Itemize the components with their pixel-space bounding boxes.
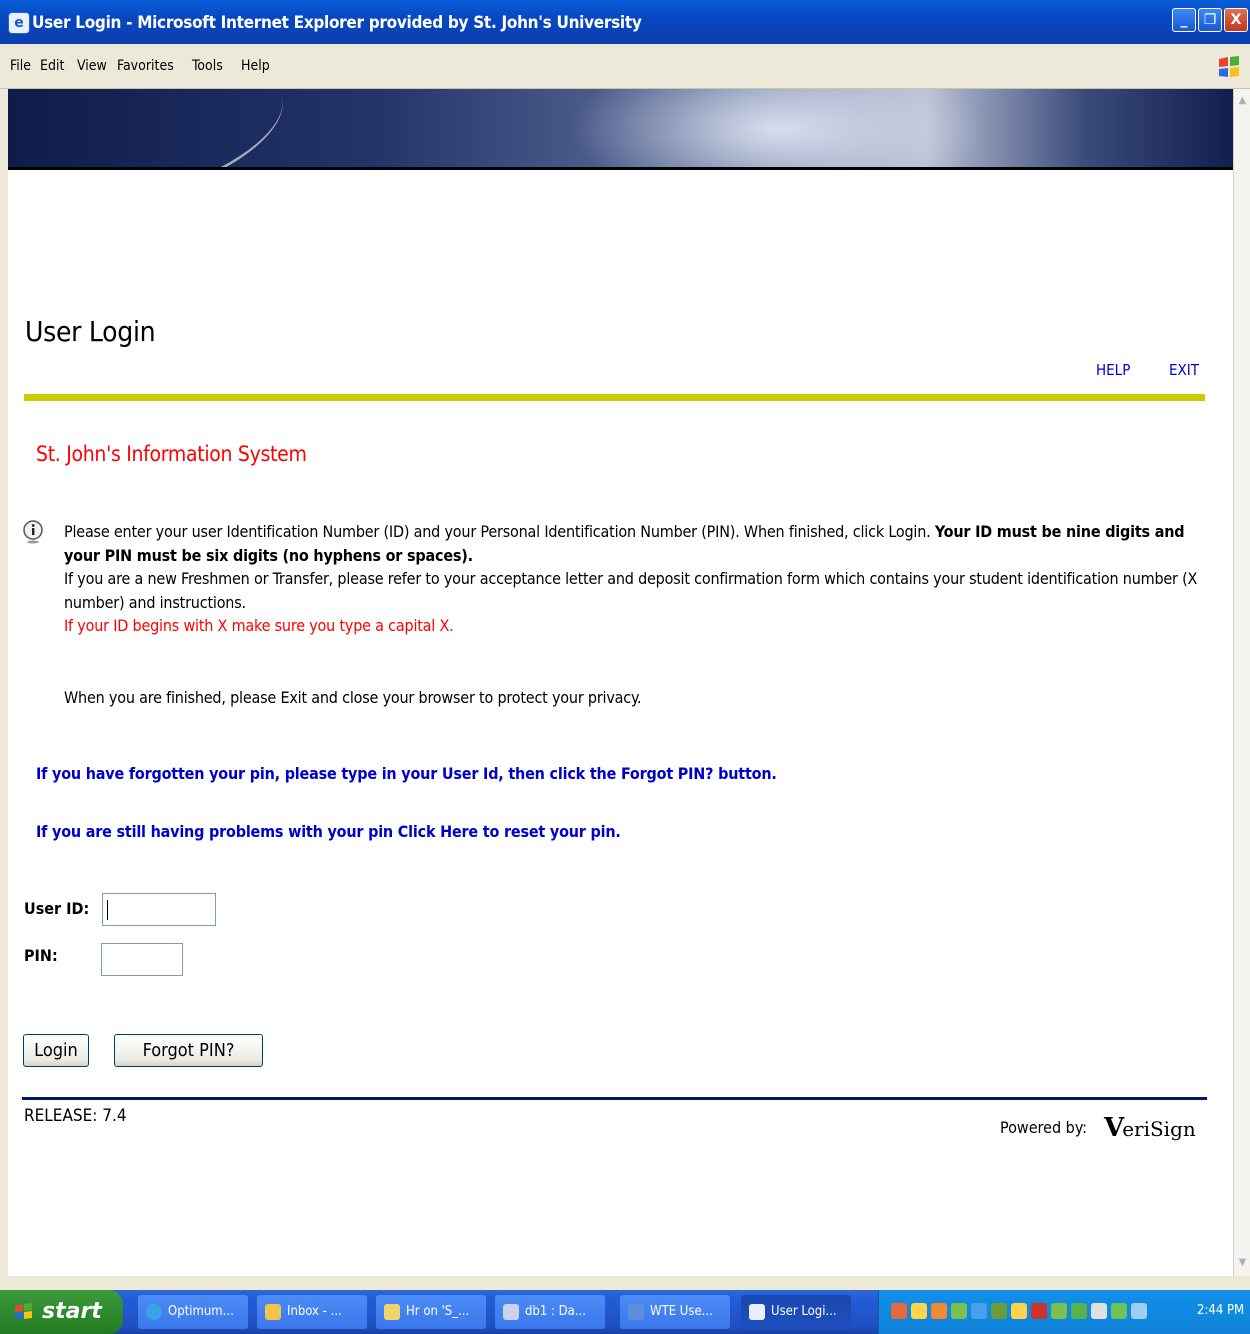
menu-favorites[interactable]: Favorites <box>117 58 174 74</box>
banner-divider <box>8 167 1233 170</box>
menu-bar: File Edit View Favorites Tools Help <box>0 44 1250 89</box>
info-capital-x-warning: If your ID begins with X make sure you t… <box>64 616 454 635</box>
help-link[interactable]: HELP <box>1096 361 1130 379</box>
reset-pin-link[interactable]: If you are still having problems with yo… <box>36 822 621 841</box>
windows-flag-icon <box>1219 56 1239 77</box>
minimize-button[interactable]: _ <box>1172 8 1196 32</box>
taskbar-item-folder[interactable]: Hr on 'S_... <box>376 1295 486 1329</box>
info-text-1: Please enter your user Identification Nu… <box>64 522 931 541</box>
menu-edit[interactable]: Edit <box>40 58 64 74</box>
forgot-pin-button[interactable]: Forgot PIN? <box>114 1034 263 1067</box>
scroll-up-icon[interactable]: ▲ <box>1234 92 1250 109</box>
taskbar-item-optimum[interactable]: Optimum... <box>138 1295 248 1329</box>
spreadsheet-icon[interactable] <box>991 1303 1007 1319</box>
forgot-pin-message: If you have forgotten your pin, please t… <box>36 764 777 783</box>
system-tray: 2:44 PM <box>878 1290 1250 1334</box>
exit-link[interactable]: EXIT <box>1169 361 1199 379</box>
folder-icon <box>384 1304 400 1320</box>
verisign-logo: VeriSign <box>1104 1113 1196 1143</box>
taskbar-clock: 2:44 PM <box>1197 1303 1245 1318</box>
system-name: St. John's Information System <box>36 442 307 466</box>
user-id-input[interactable] <box>102 893 216 926</box>
mail-icon <box>265 1304 281 1320</box>
clock-app-icon[interactable] <box>931 1303 947 1319</box>
start-button[interactable]: start <box>0 1290 123 1334</box>
title-divider <box>24 394 1205 401</box>
volume-icon[interactable] <box>1131 1303 1147 1319</box>
sync-icon[interactable] <box>951 1303 967 1319</box>
info-icon <box>23 520 43 544</box>
info-text-2: If you are a new Freshmen or Transfer, p… <box>64 569 1198 612</box>
window-title: User Login - Microsoft Internet Explorer… <box>32 13 642 33</box>
security-icon[interactable] <box>911 1303 927 1319</box>
page-title: User Login <box>25 315 156 348</box>
ie-icon: e <box>8 12 30 34</box>
taskbar-item-user-login[interactable]: User Logi... <box>741 1295 851 1329</box>
taskbar-item-inbox[interactable]: Inbox - ... <box>257 1295 367 1329</box>
user-id-label: User ID: <box>24 899 90 918</box>
powered-by-label: Powered by: <box>1000 1118 1088 1137</box>
vertical-scrollbar[interactable]: ▲ ▼ <box>1233 89 1250 1276</box>
taskbar: start Optimum... Inbox - ... Hr on 'S_..… <box>0 1290 1250 1334</box>
network-icon[interactable] <box>891 1303 907 1319</box>
menu-view[interactable]: View <box>77 58 107 74</box>
finish-message: When you are finished, please Exit and c… <box>64 688 642 707</box>
menu-help[interactable]: Help <box>241 58 270 74</box>
power-icon[interactable] <box>1011 1303 1027 1319</box>
taskbar-item-wte[interactable]: WTE Use... <box>620 1295 730 1329</box>
pin-label: PIN: <box>24 946 58 965</box>
release-version: RELEASE: 7.4 <box>24 1106 127 1126</box>
word-document-icon <box>628 1304 644 1320</box>
maximize-button[interactable]: ❐ <box>1198 8 1222 32</box>
close-button[interactable]: X <box>1224 8 1248 32</box>
footer-divider <box>22 1097 1207 1100</box>
browser-icon <box>146 1304 162 1320</box>
messenger-icon[interactable] <box>1051 1303 1067 1319</box>
menu-file[interactable]: File <box>10 58 31 74</box>
mail-tray-icon[interactable] <box>1031 1303 1047 1319</box>
update-icon[interactable] <box>1111 1303 1127 1319</box>
ie-icon <box>749 1304 765 1320</box>
monitor-icon[interactable] <box>971 1303 987 1319</box>
taskbar-item-db1[interactable]: db1 : Da... <box>495 1295 605 1329</box>
windows-flag-icon <box>15 1303 32 1319</box>
display-icon[interactable] <box>1071 1303 1087 1319</box>
scroll-down-icon[interactable]: ▼ <box>1234 1254 1250 1271</box>
window-titlebar[interactable]: e User Login - Microsoft Internet Explor… <box>0 0 1250 44</box>
login-button[interactable]: Login <box>23 1034 89 1067</box>
info-message: Please enter your user Identification Nu… <box>22 520 1212 638</box>
audio-icon[interactable] <box>1091 1303 1107 1319</box>
header-banner <box>8 89 1233 167</box>
pin-input[interactable] <box>101 943 183 976</box>
database-icon <box>503 1304 519 1320</box>
text-caret <box>107 900 108 920</box>
menu-tools[interactable]: Tools <box>192 58 223 74</box>
browser-viewport: HELP EXIT User Login St. John's Informat… <box>8 89 1233 1276</box>
